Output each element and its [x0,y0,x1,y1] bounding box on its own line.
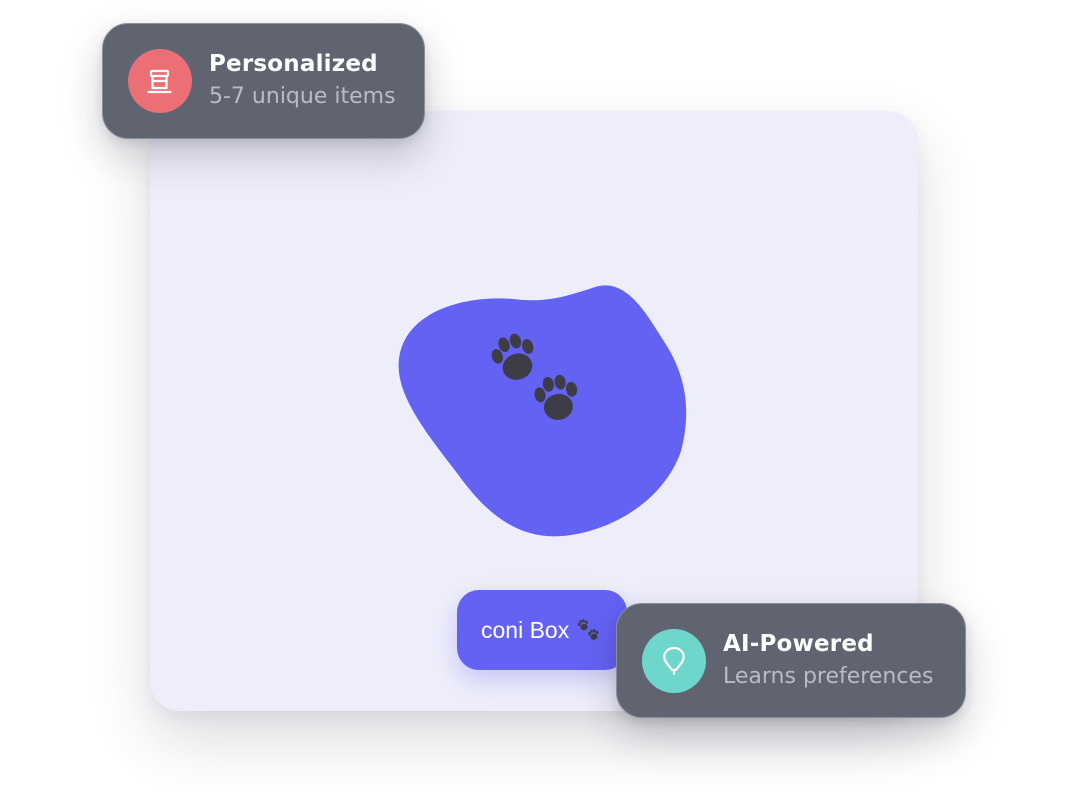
ai-powered-title: AI-Powered [723,630,874,657]
personalized-badge: Personalized 5-7 unique items [102,23,425,139]
purple-blob [395,283,691,541]
ai-powered-subtitle: Learns preferences [723,663,934,689]
personalized-title: Personalized [209,51,378,77]
lightbulb-icon [642,628,706,693]
paw-prints-icon [481,329,587,429]
personalized-subtitle: 5-7 unique items [209,84,396,109]
ai-powered-badge: AI-Powered Learns preferences [616,603,966,718]
ai-powered-text: AI-Powered Learns preferences [723,629,933,693]
paw-prints-icon [575,618,601,642]
personalized-text: Personalized 5-7 unique items [209,49,396,113]
box-button-label: coni Box [481,616,570,643]
gift-box-icon [128,49,192,113]
coni-box-button[interactable]: coni Box [457,590,627,670]
hero-illustration: coni Box Personalized 5-7 unique items A… [0,0,1084,792]
